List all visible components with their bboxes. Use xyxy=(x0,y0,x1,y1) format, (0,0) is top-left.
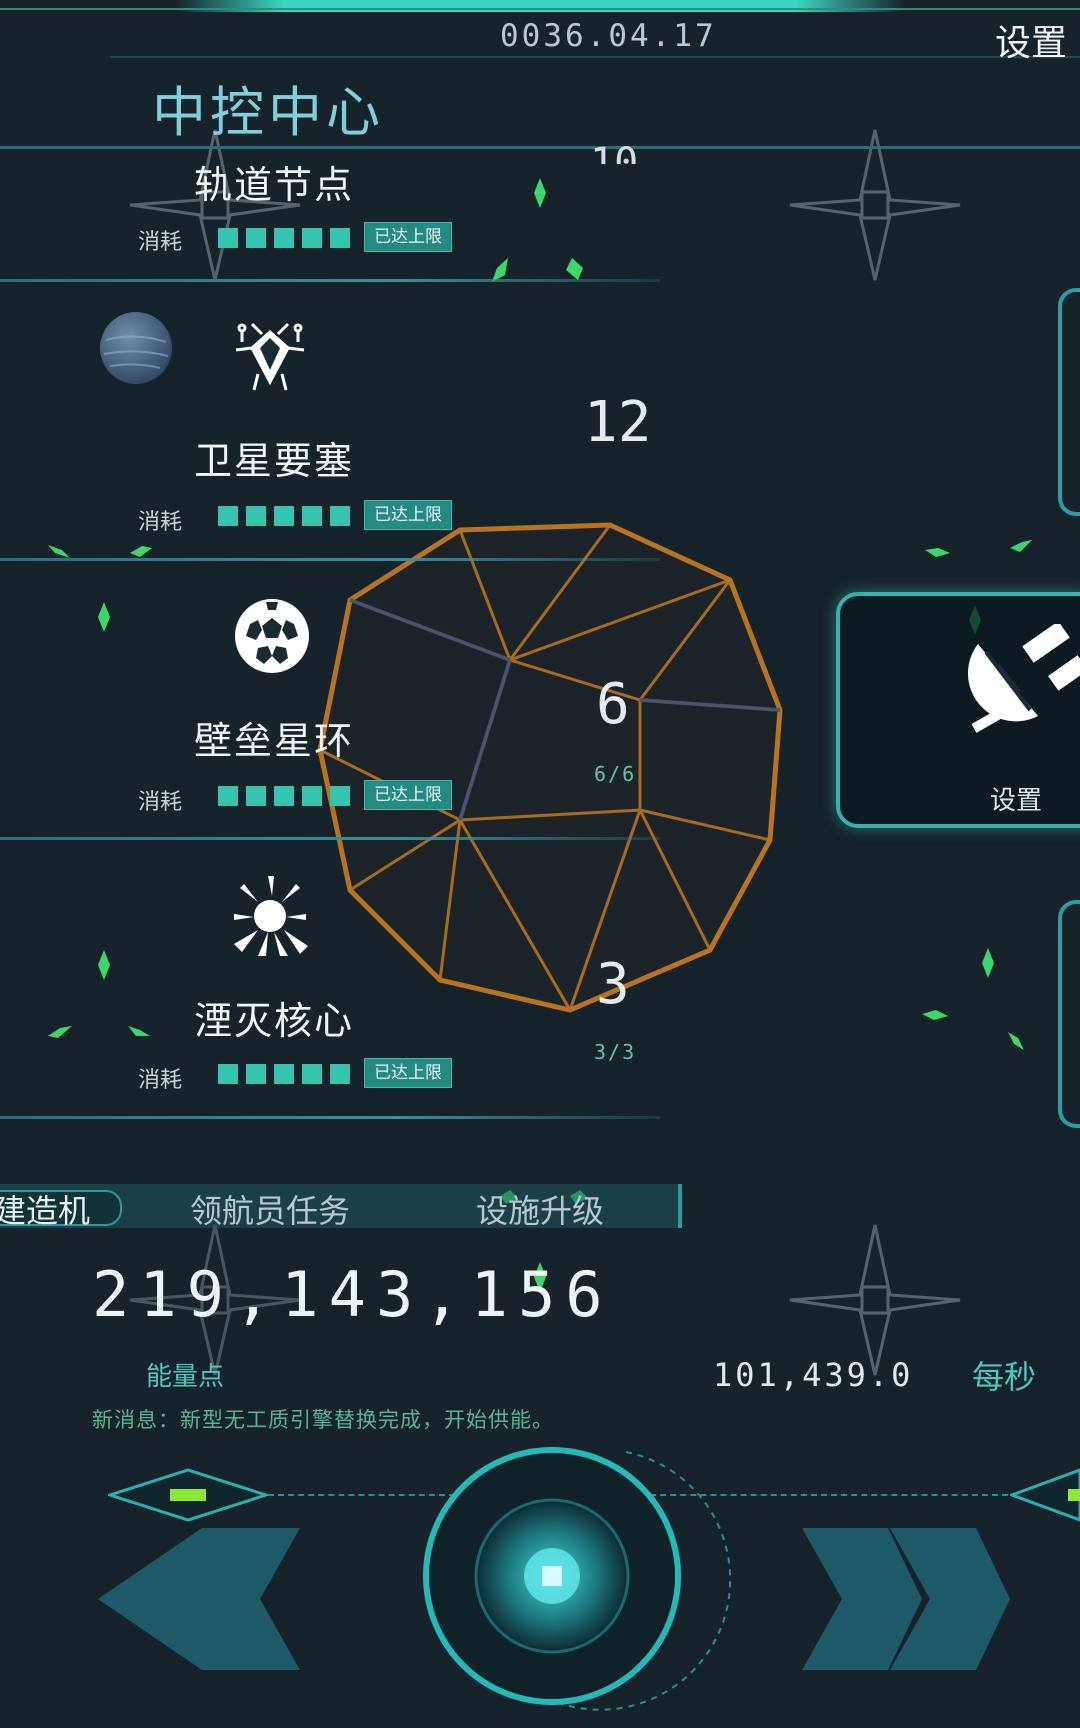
core-button-icon[interactable] xyxy=(412,1446,752,1728)
annihilation-core-icon xyxy=(234,876,308,956)
cost-pips xyxy=(218,506,350,526)
building-row-bastion-ring[interactable]: 壁垒星环 6 6/6 消耗 已达上限 xyxy=(0,562,680,838)
cost-pips xyxy=(218,1064,350,1084)
tab-facility-upgrade[interactable]: 设施升级 xyxy=(476,1186,604,1232)
building-count-capacity: 3/3 xyxy=(594,1040,637,1064)
max-level-badge: 已达上限 xyxy=(364,1058,452,1088)
double-chevron-right-icon[interactable] xyxy=(880,1528,1010,1670)
right-indicator-icon xyxy=(1010,1468,1080,1522)
right-edge-frame xyxy=(1058,900,1080,1128)
building-count: 3 xyxy=(596,952,630,1017)
energy-rate-unit: 每秒 xyxy=(972,1358,1037,1396)
cost-label: 消耗 xyxy=(138,510,183,535)
building-count: 6 xyxy=(596,672,630,737)
building-name: 卫星要塞 xyxy=(194,439,355,483)
energy-points-label: 能量点 xyxy=(146,1362,225,1392)
side-settings-panel[interactable] xyxy=(836,592,1080,828)
bastion-ring-icon xyxy=(235,599,309,673)
building-name: 湮灭核心 xyxy=(194,999,355,1043)
tab-navigator-missions[interactable]: 领航员任务 xyxy=(190,1186,350,1232)
satellite-fortress-icon xyxy=(235,322,305,391)
building-name: 壁垒星环 xyxy=(194,719,355,763)
cost-label: 消耗 xyxy=(138,230,183,255)
cost-pips xyxy=(218,228,350,248)
building-row-annihilation-core[interactable]: 湮灭核心 3 3/3 消耗 已达上限 xyxy=(0,840,680,1116)
energy-rate-value: 101,439.0 xyxy=(713,1356,914,1394)
building-name: 轨道节点 xyxy=(194,163,355,207)
planet-icon xyxy=(100,312,172,384)
game-date: 0036.04.17 xyxy=(500,18,717,54)
building-row-satellite-fortress[interactable]: 卫星要塞 12 消耗 已达上限 xyxy=(0,282,680,558)
max-level-badge: 已达上限 xyxy=(364,500,452,530)
tab-builder[interactable]: 建造机 xyxy=(0,1186,90,1232)
top-glow-bar xyxy=(175,0,905,12)
right-edge-frame xyxy=(1058,288,1080,516)
page-title: 中控中心 xyxy=(152,81,384,144)
cost-pips xyxy=(218,786,350,806)
left-indicator-icon xyxy=(108,1468,268,1522)
satellite-dish-icon xyxy=(967,624,1080,733)
header-divider xyxy=(110,56,1080,58)
building-count-clipped: 10 xyxy=(590,140,639,164)
top-border-line xyxy=(0,8,1080,10)
cost-label: 消耗 xyxy=(138,790,183,815)
side-settings-label: 设置 xyxy=(990,786,1043,816)
settings-button[interactable]: 设置 xyxy=(995,14,1067,66)
cost-label: 消耗 xyxy=(138,1068,183,1093)
max-level-badge: 已达上限 xyxy=(364,780,452,810)
building-row-orbital-node[interactable]: 10 轨道节点 消耗 已达上限 xyxy=(0,140,680,280)
row-divider xyxy=(0,1116,660,1119)
title-divider xyxy=(0,146,1080,149)
building-count-capacity: 6/6 xyxy=(594,762,637,786)
energy-points-value: 219,143,156 xyxy=(92,1258,613,1331)
chevron-left-inner-icon xyxy=(180,1528,300,1670)
row-divider xyxy=(0,558,660,561)
building-count: 12 xyxy=(584,390,652,455)
news-ticker: 新消息：新型无工质引擎替换完成，开始供能。 xyxy=(92,1408,554,1432)
max-level-badge: 已达上限 xyxy=(364,222,452,252)
